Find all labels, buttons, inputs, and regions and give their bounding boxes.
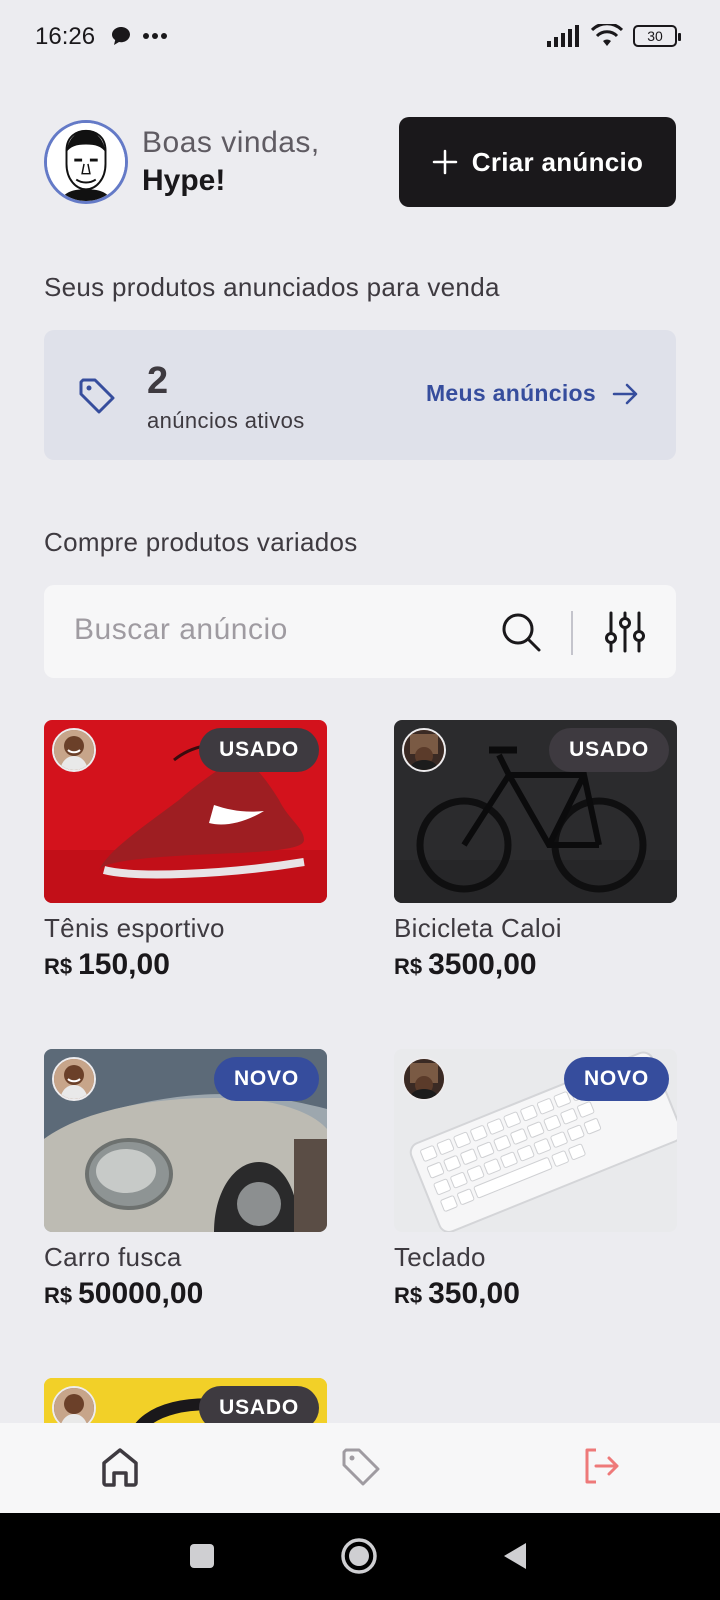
signal-icon: [547, 25, 579, 47]
system-navigation-bar: [0, 1513, 720, 1600]
price-value: 350,00: [428, 1277, 520, 1310]
my-ads-link[interactable]: Meus anúncios: [426, 380, 638, 407]
product-name: Tênis esportivo: [44, 913, 225, 943]
product-card[interactable]: NOVO Teclado R$ 350,00: [394, 1049, 677, 1311]
price-currency: R$: [394, 1283, 423, 1308]
active-ads-count: 2: [147, 360, 169, 402]
seller-avatar: [52, 728, 96, 772]
my-ads-card: 2 anúncios ativos Meus anúncios: [44, 330, 676, 460]
product-price: R$ 350,00: [394, 1277, 677, 1311]
search-box: [44, 585, 676, 678]
back-icon[interactable]: [502, 1541, 528, 1571]
price-currency: R$: [44, 1283, 73, 1308]
tag-icon: [79, 378, 115, 414]
create-ad-label: Criar anúncio: [471, 146, 644, 177]
bottom-navigation: [0, 1423, 720, 1513]
home-icon[interactable]: [101, 1447, 139, 1487]
price-value: 3500,00: [428, 948, 537, 981]
create-ad-button[interactable]: Criar anúncio: [399, 117, 676, 207]
condition-badge: USADO: [549, 728, 669, 772]
seller-avatar: [402, 1057, 446, 1101]
filter-sliders-icon[interactable]: [605, 611, 645, 653]
product-card[interactable]: USADO Bicicleta Caloi R$ 3500,00: [394, 720, 677, 982]
product-price: R$ 3500,00: [394, 948, 677, 982]
product-image: NOVO: [44, 1049, 327, 1232]
user-name: Hype!: [142, 164, 226, 197]
shop-section-title: Compre produtos variados: [44, 527, 358, 557]
product-image: USADO: [44, 720, 327, 903]
product-price: R$ 150,00: [44, 948, 327, 982]
product-image: NOVO: [394, 1049, 677, 1232]
active-ads-label: anúncios ativos: [147, 408, 305, 433]
seller-avatar: [402, 728, 446, 772]
wifi-icon: [591, 24, 623, 46]
product-image: USADO: [44, 1378, 327, 1423]
price-currency: R$: [44, 954, 73, 979]
seller-avatar: [52, 1057, 96, 1101]
my-ads-section-title: Seus produtos anunciados para venda: [44, 272, 500, 302]
sign-out-icon[interactable]: [582, 1447, 620, 1485]
product-card[interactable]: NOVO Carro fusca R$ 50000,00: [44, 1049, 327, 1311]
avatar-face-icon: [47, 123, 125, 201]
price-value: 150,00: [78, 948, 170, 981]
status-bar: 16:26 30: [0, 0, 720, 72]
product-name: Carro fusca: [44, 1242, 182, 1272]
user-avatar[interactable]: [44, 120, 128, 204]
status-time: 16:26: [35, 23, 96, 50]
search-icon[interactable]: [500, 611, 542, 653]
greeting: Boas vindas, Hype!: [142, 126, 320, 198]
condition-badge: USADO: [199, 728, 319, 772]
product-name: Teclado: [394, 1242, 486, 1272]
condition-badge: NOVO: [563, 1057, 669, 1101]
home-button-icon[interactable]: [340, 1537, 378, 1575]
recent-apps-icon[interactable]: [189, 1543, 215, 1569]
condition-badge: NOVO: [213, 1057, 319, 1101]
search-input[interactable]: [74, 613, 474, 647]
product-card[interactable]: USADO: [44, 1378, 327, 1423]
battery-indicator: 30: [633, 25, 681, 47]
greeting-text: Boas vindas,: [142, 126, 320, 159]
price-value: 50000,00: [78, 1277, 204, 1310]
product-image: USADO: [394, 720, 677, 903]
my-ads-link-label: Meus anúncios: [425, 380, 596, 406]
product-price: R$ 50000,00: [44, 1277, 327, 1311]
product-name: Bicicleta Caloi: [394, 913, 562, 943]
arrow-right-icon: [612, 383, 638, 404]
product-card[interactable]: USADO Tênis esportivo R$ 150,00: [44, 720, 327, 982]
chat-bubble-icon: [112, 27, 130, 45]
search-divider: [571, 611, 573, 655]
plus-icon: [432, 149, 457, 175]
price-currency: R$: [394, 954, 423, 979]
tag-icon[interactable]: [341, 1447, 381, 1487]
seller-avatar: [52, 1386, 96, 1423]
more-dots-icon: [143, 33, 167, 39]
condition-badge: USADO: [199, 1386, 319, 1423]
